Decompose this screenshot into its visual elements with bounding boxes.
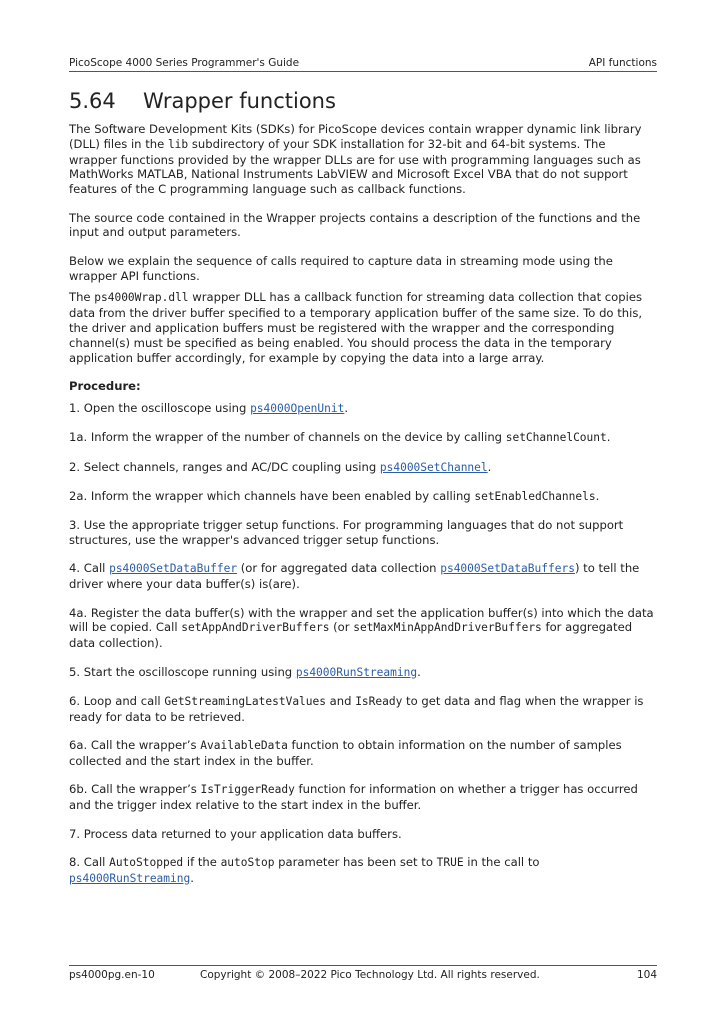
- function-link[interactable]: ps4000SetDataBuffer: [109, 562, 237, 575]
- code-text: ps4000Wrap.dll: [94, 291, 189, 305]
- section-title: Wrapper functions: [143, 89, 336, 113]
- step-5: 5. Start the oscilloscope running using …: [69, 665, 657, 681]
- code-text: TRUE: [436, 856, 464, 869]
- text-run: 2. Select channels, ranges and AC/DC cou…: [69, 459, 380, 474]
- step-1: 1. Open the oscilloscope using ps4000Ope…: [69, 401, 657, 417]
- text-run: 6b. Call the wrapper’s: [69, 782, 201, 797]
- function-link[interactable]: ps4000SetDataBuffers: [440, 562, 575, 575]
- header-section-name: API functions: [588, 57, 657, 69]
- step-3: 3. Use the appropriate trigger setup fun…: [69, 518, 657, 548]
- text-run: .: [487, 459, 492, 474]
- text-run: 6a. Call the wrapper’s: [69, 738, 201, 753]
- text-run: 1a. Inform the wrapper of the number of …: [69, 430, 506, 445]
- code-text: autoStop: [220, 856, 275, 869]
- source-code-paragraph: The source code contained in the Wrapper…: [69, 211, 657, 241]
- text-run: 7. Process data returned to your applica…: [69, 826, 402, 841]
- text-run: .: [344, 400, 349, 415]
- step-7: 7. Process data returned to your applica…: [69, 827, 657, 842]
- code-text: lib: [167, 137, 189, 151]
- code-text: setMaxMinAppAndDriverBuffers: [353, 621, 542, 635]
- footer-doc-id: ps4000pg.en-10: [69, 969, 155, 981]
- code-text: setChannelCount: [505, 431, 607, 445]
- step-4a: 4a. Register the data buffer(s) with the…: [69, 606, 657, 651]
- page-footer: ps4000pg.en-10 Copyright © 2008–2022 Pic…: [69, 965, 657, 982]
- code-text: AutoStopped: [109, 856, 184, 869]
- text-run: in the call to: [463, 855, 540, 869]
- text-run: .: [606, 430, 611, 445]
- intro-paragraph: The Software Development Kits (SDKs) for…: [69, 122, 657, 197]
- function-link[interactable]: ps4000SetChannel: [380, 461, 488, 474]
- text-run: The: [69, 290, 95, 305]
- text-run: 3. Use the appropriate trigger setup fun…: [69, 518, 624, 548]
- step-2: 2. Select channels, ranges and AC/DC cou…: [69, 460, 657, 476]
- function-link[interactable]: ps4000OpenUnit: [250, 402, 344, 415]
- text-run: (or: [329, 620, 354, 635]
- procedure-label: Procedure:: [69, 378, 141, 393]
- text-run: 1. Open the oscilloscope using: [69, 400, 251, 415]
- text-run: Below we explain the sequence of calls r…: [69, 253, 613, 283]
- text-run: if the: [183, 855, 221, 869]
- code-text: IsReady: [355, 695, 403, 709]
- text-run: (or for aggregated data collection: [237, 561, 441, 576]
- text-run: 2a. Inform the wrapper which channels ha…: [69, 488, 475, 503]
- text-run: and: [326, 694, 356, 709]
- footer-copyright: Copyright © 2008–2022 Pico Technology Lt…: [200, 969, 540, 981]
- footer-page-number: 104: [636, 969, 657, 981]
- step-6a: 6a. Call the wrapper’s AvailableData fun…: [69, 738, 657, 769]
- text-run: .: [595, 488, 600, 503]
- code-text: setEnabledChannels: [474, 489, 596, 503]
- text-run: The source code contained in the Wrapper…: [69, 210, 641, 240]
- step-2a: 2a. Inform the wrapper which channels ha…: [69, 489, 657, 505]
- text-run: 6. Loop and call: [69, 694, 165, 709]
- section-number: 5.64: [69, 89, 116, 113]
- code-text: GetStreamingLatestValues: [164, 695, 326, 709]
- step-6: 6. Loop and call GetStreamingLatestValue…: [69, 694, 657, 725]
- callback-paragraph: The ps4000Wrap.dll wrapper DLL has a cal…: [69, 290, 657, 365]
- document-body: The Software Development Kits (SDKs) for…: [69, 122, 657, 887]
- header-guide-title: PicoScope 4000 Series Programmer's Guide: [69, 57, 300, 69]
- step-6b: 6b. Call the wrapper’s IsTriggerReady fu…: [69, 782, 657, 813]
- text-run: .: [417, 664, 421, 679]
- text-run: .: [190, 870, 194, 885]
- function-link[interactable]: ps4000RunStreaming: [296, 666, 417, 679]
- section-heading: 5.64 Wrapper functions: [69, 89, 336, 113]
- step-8: 8. Call AutoStopped if the autoStop para…: [69, 855, 657, 887]
- page-header: PicoScope 4000 Series Programmer's Guide…: [69, 57, 657, 72]
- text-run: parameter has been set to: [274, 855, 437, 869]
- code-text: setAppAndDriverBuffers: [181, 621, 330, 635]
- code-text: IsTriggerReady: [200, 783, 295, 797]
- function-link[interactable]: ps4000RunStreaming: [69, 872, 190, 885]
- text-run: 4. Call: [69, 561, 110, 576]
- text-run: 5. Start the oscilloscope running using: [69, 664, 296, 679]
- sequence-paragraph: Below we explain the sequence of calls r…: [69, 254, 657, 284]
- step-4: 4. Call ps4000SetDataBuffer (or for aggr…: [69, 561, 657, 592]
- text-run: 8. Call: [69, 855, 110, 869]
- code-text: AvailableData: [200, 739, 288, 753]
- step-1a: 1a. Inform the wrapper of the number of …: [69, 430, 657, 446]
